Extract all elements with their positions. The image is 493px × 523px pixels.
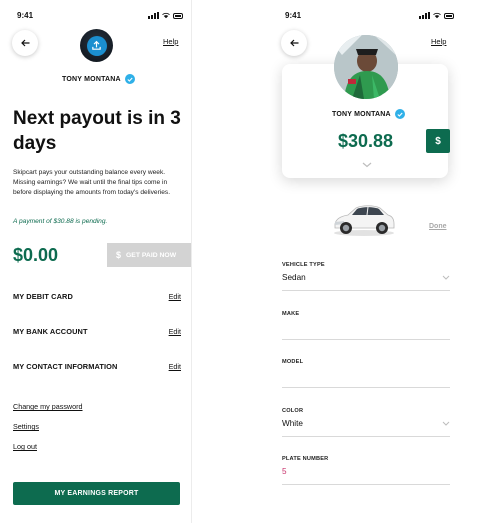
battery-icon — [444, 12, 454, 19]
field-label: COLOR — [282, 408, 304, 414]
help-link[interactable]: Help — [431, 37, 446, 46]
dollar-icon: $ — [116, 250, 122, 260]
status-icons — [148, 12, 183, 19]
settings-link[interactable]: Settings — [13, 422, 39, 431]
user-name-row: TONY MONTANA — [332, 109, 405, 119]
back-button[interactable] — [12, 30, 38, 56]
get-paid-now-button[interactable]: $ GET PAID NOW — [107, 243, 191, 267]
make-value — [282, 322, 450, 333]
debit-card-row: MY DEBIT CARD Edit — [13, 292, 181, 301]
section-title: MY CONTACT INFORMATION — [13, 362, 118, 371]
wifi-icon — [162, 12, 170, 19]
chevron-down-icon — [442, 421, 450, 426]
balance-amount: $0.00 — [13, 245, 59, 265]
color-field[interactable]: COLOR White — [282, 408, 450, 437]
battery-icon — [173, 12, 183, 19]
check-badge-icon — [124, 74, 135, 84]
wifi-icon — [433, 12, 441, 19]
section-title: MY DEBIT CARD — [13, 292, 73, 301]
check-badge-icon — [394, 109, 405, 119]
vehicle-screen: 9:41 Help TONY MONTANA $30.88 $ Done VEH… — [270, 0, 465, 523]
chevron-down-icon — [442, 275, 450, 280]
payout-description: Skipcart pays your outstanding balance e… — [13, 169, 171, 196]
avatar[interactable] — [334, 35, 398, 99]
payout-headline: Next payout is in 3 days — [13, 108, 181, 154]
section-title: MY BANK ACCOUNT — [13, 327, 88, 336]
field-label: VEHICLE TYPE — [282, 262, 325, 268]
field-label: MAKE — [282, 311, 300, 317]
status-time: 9:41 — [17, 11, 34, 20]
back-button[interactable] — [281, 30, 307, 56]
contact-info-row: MY CONTACT INFORMATION Edit — [13, 362, 181, 371]
plate-number-value: 5 — [282, 467, 287, 476]
user-name: TONY MONTANA — [332, 110, 391, 118]
get-paid-label: GET PAID NOW — [126, 251, 177, 259]
arrow-left-icon — [289, 39, 298, 47]
field-label: MODEL — [282, 359, 304, 365]
done-link[interactable]: Done — [429, 223, 447, 230]
plate-number-field[interactable]: PLATE NUMBER 5 — [282, 456, 450, 485]
pending-payment-note: A payment of $30.88 is pending. — [13, 218, 108, 225]
make-field[interactable]: MAKE — [282, 311, 450, 340]
chevron-down-icon[interactable] — [362, 162, 372, 168]
vehicle-type-field[interactable]: VEHICLE TYPE Sedan — [282, 262, 450, 291]
field-label: PLATE NUMBER — [282, 456, 329, 462]
signal-icon — [148, 12, 159, 19]
edit-debit-card-link[interactable]: Edit — [169, 292, 181, 301]
logout-link[interactable]: Log out — [13, 442, 37, 451]
user-name-row: TONY MONTANA — [62, 74, 135, 84]
change-password-link[interactable]: Change my password — [13, 402, 83, 411]
arrow-left-icon — [20, 39, 29, 47]
edit-contact-info-link[interactable]: Edit — [169, 362, 181, 371]
screen-divider — [191, 0, 192, 523]
avatar-upload[interactable] — [80, 29, 113, 62]
balance-amount: $30.88 — [338, 131, 394, 151]
status-time: 9:41 — [285, 11, 302, 20]
signal-icon — [419, 12, 430, 19]
upload-icon — [92, 40, 101, 50]
profile-photo — [334, 35, 398, 99]
bank-account-row: MY BANK ACCOUNT Edit — [13, 327, 181, 336]
model-value — [282, 370, 450, 381]
edit-bank-account-link[interactable]: Edit — [169, 327, 181, 336]
model-field[interactable]: MODEL — [282, 359, 450, 388]
status-icons — [419, 12, 454, 19]
car-image — [334, 205, 395, 236]
earnings-report-button[interactable]: MY EARNINGS REPORT — [13, 482, 180, 505]
pay-tab-button[interactable]: $ — [426, 129, 450, 153]
account-screen: 9:41 Help TONY MONTANA Next payout is in… — [0, 0, 191, 523]
user-name: TONY MONTANA — [62, 75, 121, 83]
vehicle-type-value: Sedan — [282, 273, 306, 282]
help-link[interactable]: Help — [163, 37, 178, 46]
color-value: White — [282, 419, 303, 428]
